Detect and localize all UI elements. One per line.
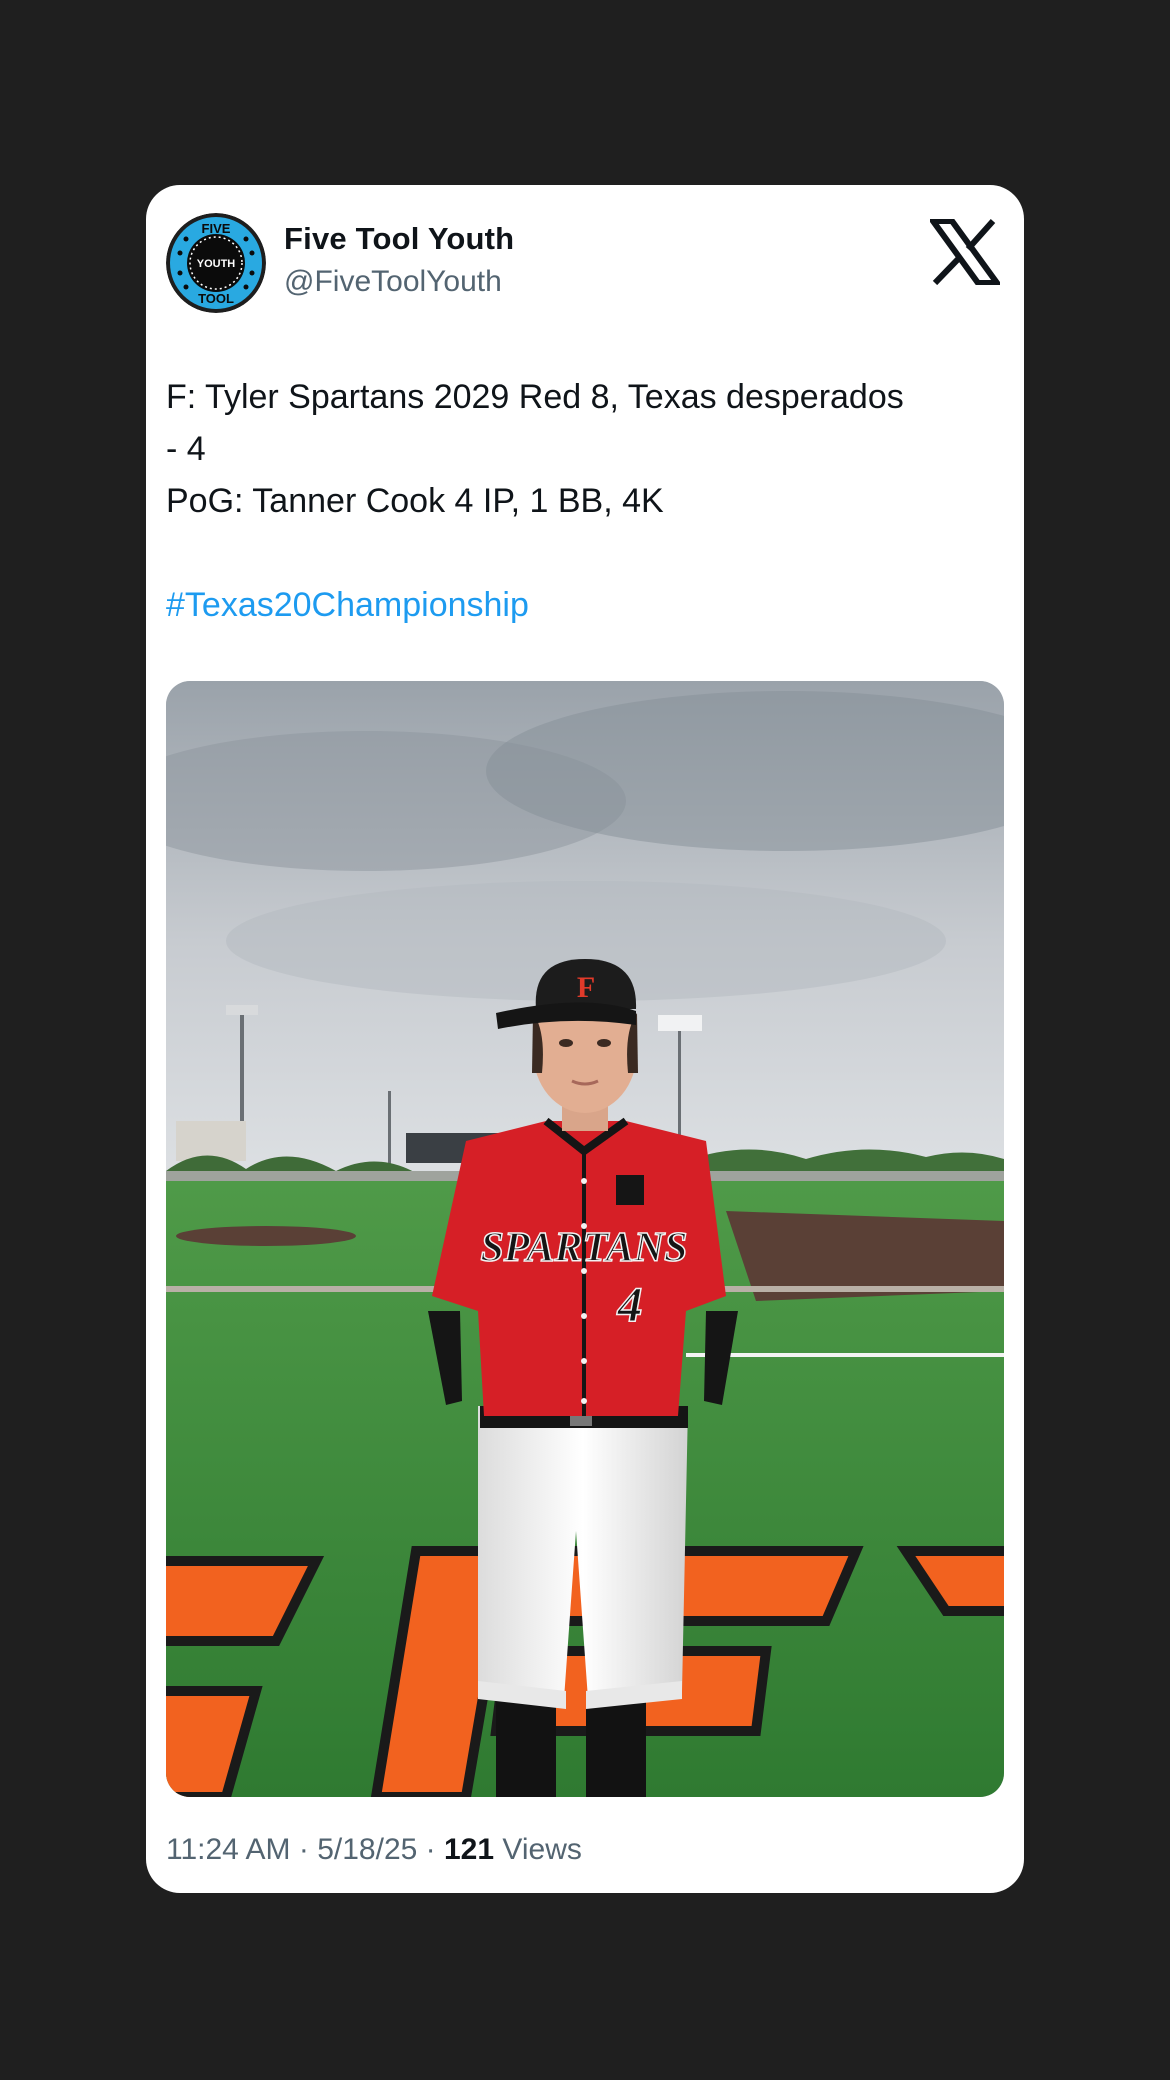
avatar-text-bottom: TOOL [198, 291, 234, 306]
x-logo-icon[interactable] [927, 218, 1003, 286]
separator: · [425, 1833, 436, 1866]
display-name[interactable]: Five Tool Youth [284, 221, 514, 257]
jersey-text: SPARTANS [481, 1225, 688, 1271]
tweet-time[interactable]: 11:24 AM [166, 1833, 291, 1866]
tweet-text-line: - 4 [166, 430, 206, 468]
avatar[interactable]: FIVE YOUTH TOOL [166, 213, 266, 313]
tweet-text-line: PoG: Tanner Cook 4 IP, 1 BB, 4K [166, 482, 664, 520]
tweet-text-line: F: Tyler Spartans 2029 Red 8, Texas desp… [166, 378, 904, 416]
tweet-text: F: Tyler Spartans 2029 Red 8, Texas desp… [166, 371, 1006, 631]
views-label: Views [502, 1833, 582, 1866]
separator: · [298, 1833, 309, 1866]
jersey-number: 4 [617, 1276, 643, 1332]
hashtag-link[interactable]: #Texas20Championship [166, 579, 1006, 631]
five-tool-youth-logo-icon: FIVE YOUTH TOOL [166, 213, 266, 313]
avatar-text-center: YOUTH [197, 258, 236, 270]
avatar-text-top: FIVE [202, 221, 231, 236]
cap-logo: F [577, 971, 595, 1004]
tweet-meta: 11:24 AM · 5/18/25 · 121 Views [166, 1833, 582, 1867]
handle[interactable]: @FiveToolYouth [284, 265, 502, 299]
baseball-player-photo-icon: SPARTANS 4 F [166, 681, 1004, 1797]
tweet-photo[interactable]: SPARTANS 4 F [166, 681, 1004, 1797]
views-count: 121 [444, 1833, 495, 1866]
tweet-date[interactable]: 5/18/25 [317, 1833, 417, 1866]
tweet-card[interactable]: FIVE YOUTH TOOL Five Tool Youth @FiveToo… [146, 185, 1024, 1893]
